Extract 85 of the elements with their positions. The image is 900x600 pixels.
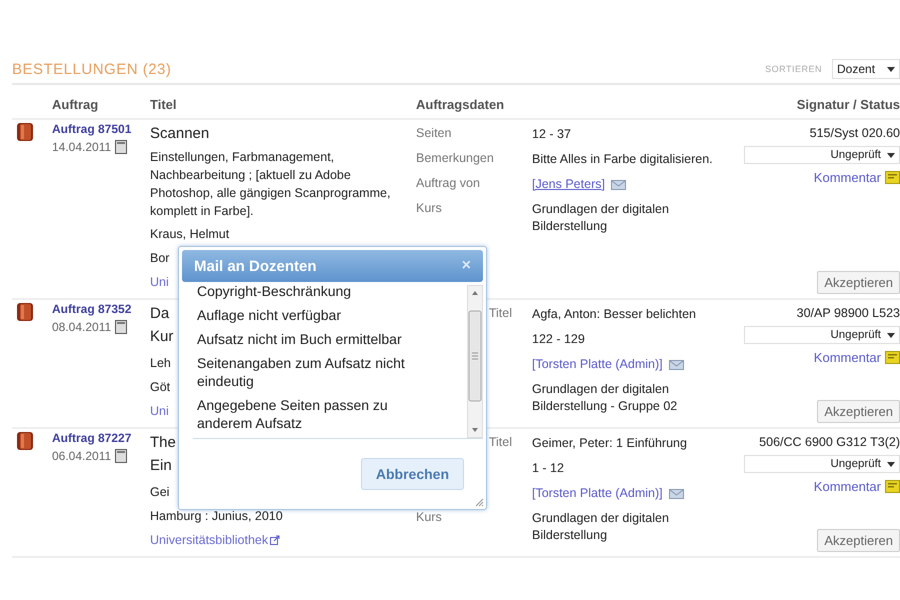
- comment-icon: [885, 171, 900, 184]
- field-value: Agfa, Anton: Besser belichten: [532, 306, 697, 323]
- field-label: Kurs: [416, 510, 443, 524]
- signature-text: 506/CC 6900 G312 T3(2): [759, 435, 900, 449]
- caret-icon: [887, 66, 895, 72]
- reason-item[interactable]: Angegebene Seiten passen zu anderem Aufsatz: [193, 393, 427, 435]
- sort-dropdown[interactable]: Dozent: [832, 59, 900, 79]
- section-title: BESTELLUNGEN (23): [12, 60, 172, 78]
- comment-link[interactable]: Kommentar: [814, 350, 881, 365]
- status-dropdown[interactable]: Ungeprüft: [744, 455, 900, 473]
- dialog-title: Mail an Dozenten: [194, 258, 317, 274]
- scrollbar[interactable]: [467, 285, 483, 438]
- field-value: 122 - 129: [532, 331, 586, 348]
- field-value: 12 - 37: [532, 126, 572, 143]
- caret-icon: [887, 332, 895, 338]
- title-detail: Einstellungen, Farbmanagement, Nachbearbeitung ; [aktuell zu Adobe Photoshop, alle gängigen Scanprogramme, komplett in Farbe].: [150, 149, 392, 220]
- reason-item[interactable]: Seitenangaben zum Aufsatz nicht eindeutig: [193, 351, 427, 393]
- reason-item[interactable]: Copyright-Beschränkung: [193, 285, 356, 303]
- envelope-icon: [668, 488, 684, 498]
- field-label: Auftrag von: [416, 176, 481, 190]
- comment-icon: [885, 480, 900, 493]
- external-link-icon: [270, 535, 280, 545]
- field-value: Grundlagen der digitalen Bilderstellung: [532, 510, 670, 544]
- envelope-icon: [668, 360, 684, 370]
- library-link[interactable]: Uni: [150, 399, 169, 423]
- envelope-icon: [610, 180, 626, 190]
- field-value: Geimer, Peter: 1 Einführung: [532, 435, 688, 452]
- note-icon: [115, 320, 128, 334]
- title-detail: Hamburg : Junius, 2010: [150, 508, 283, 525]
- field-label: Kurs: [416, 201, 443, 215]
- caret-icon: [887, 152, 895, 158]
- reason-item[interactable]: Aufsatz nicht im Buch ermittelbar: [193, 327, 406, 351]
- order-link[interactable]: Auftrag 87227: [52, 431, 150, 445]
- accept-button[interactable]: Akzeptieren: [817, 400, 900, 423]
- book-icon: [16, 431, 34, 451]
- cancel-button[interactable]: Abbrechen: [360, 458, 464, 490]
- field-value: Grundlagen der digitalen Bilderstellung - Gruppe 02: [532, 381, 678, 415]
- title-detail: Kraus, Helmut: [150, 226, 230, 243]
- comment-icon: [885, 351, 900, 364]
- book-icon: [16, 122, 34, 142]
- caret-icon: [887, 462, 895, 466]
- comment-link[interactable]: Kommentar: [814, 170, 881, 185]
- field-value: Bitte Alles in Farbe digitalisieren.: [532, 151, 714, 168]
- title-detail: Göt: [150, 379, 170, 396]
- order-link[interactable]: Auftrag 87501: [52, 122, 150, 136]
- book-icon: [16, 302, 34, 322]
- library-link[interactable]: Universitätsbibliothek: [150, 528, 268, 552]
- order-link[interactable]: Auftrag 87352: [52, 302, 150, 316]
- sort-label: SORTIEREN: [765, 64, 822, 74]
- field-label: Seiten: [416, 126, 452, 140]
- title-text: Da: [150, 304, 170, 324]
- order-date: 08.04.2011: [52, 320, 112, 334]
- field-label: Bemerkungen: [416, 151, 495, 165]
- order-date: 14.04.2011: [52, 140, 112, 154]
- status-dropdown[interactable]: Ungeprüft: [744, 326, 900, 344]
- title-text: The: [150, 433, 176, 453]
- field-value: Grundlagen der digitalen Bilderstellung: [532, 201, 670, 235]
- title-text: Kur: [150, 327, 174, 347]
- orderer-link[interactable]: [Jens Peters]: [532, 176, 605, 193]
- signature-text: 30/AP 98900 L523: [796, 306, 900, 320]
- note-icon: [115, 449, 128, 463]
- order-date: 06.04.2011: [52, 449, 112, 463]
- column-header: Auftragsdaten: [416, 97, 506, 112]
- orderer-link[interactable]: [Torsten Platte (Admin)]: [532, 356, 663, 373]
- field-value: 1 - 12: [532, 460, 565, 477]
- signature-text: 515/Syst 020.60: [810, 126, 900, 140]
- note-icon: [115, 140, 128, 154]
- accept-button[interactable]: Akzeptieren: [817, 271, 900, 294]
- accept-button[interactable]: Akzeptieren: [817, 529, 900, 552]
- title-detail: Bor: [150, 250, 170, 267]
- resize-grip-icon[interactable]: [474, 497, 484, 507]
- status-dropdown[interactable]: Ungeprüft: [744, 146, 900, 164]
- title-detail: Gei: [150, 484, 170, 501]
- field-label: Titel: [488, 435, 513, 449]
- comment-link[interactable]: Kommentar: [814, 479, 881, 494]
- title-text: Ein: [150, 456, 172, 476]
- reason-item[interactable]: Auflage nicht verfügbar: [193, 303, 345, 327]
- orderer-link[interactable]: [Torsten Platte (Admin)]: [532, 485, 663, 502]
- field-label: Titel: [488, 306, 513, 320]
- column-header: Signatur / Status: [796, 97, 900, 112]
- column-header: Titel: [150, 97, 178, 112]
- library-link[interactable]: Uni: [150, 270, 169, 294]
- column-header: Auftrag: [52, 97, 100, 112]
- title-detail: Leh: [150, 355, 171, 372]
- title-text: Scannen: [150, 124, 210, 144]
